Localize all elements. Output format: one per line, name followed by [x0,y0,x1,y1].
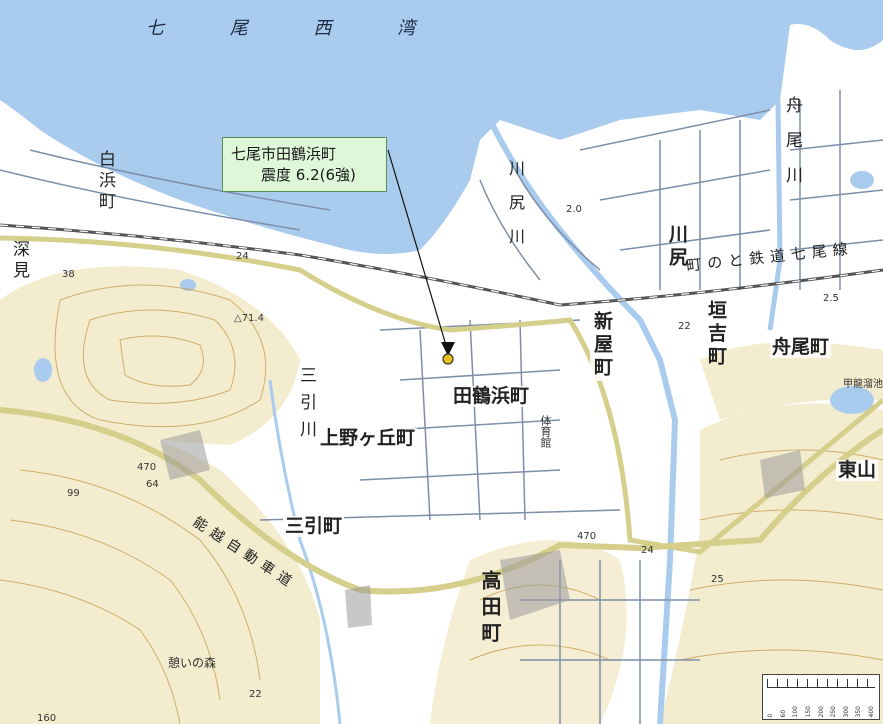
pond-1 [34,358,52,382]
spot-height-7: 2.5 [823,293,839,304]
scale-tick-label: 100 [792,705,800,717]
callout-location: 七尾市田鶴浜町 [231,145,337,163]
map-canvas[interactable]: 七 尾 西 湾 七尾市田鶴浜町 震度 6.2(6強) 白浜町 深見 川尻川 川尻… [0,0,883,724]
scale-bar-ticks [767,679,875,688]
scale-tick-label: 0 [767,713,774,717]
spot-height-3: 99 [67,488,80,499]
spot-height-4: 64 [146,479,159,490]
scale-tick-label: 250 [830,705,838,717]
place-koryu: 甲龍溜池 [843,379,883,390]
place-takada: 高田町 [478,570,502,648]
place-mihiki-town: 三引町 [283,515,345,537]
route-24-badge: 24 [236,251,249,262]
place-mihiki-river: 三引川 [296,366,316,447]
spot-height-8: 22 [249,689,262,700]
place-shirahama: 白浜町 [95,150,115,213]
place-funao-town: 舟尾町 [770,336,832,358]
place-fukami: 深見 [9,240,29,282]
scale-tick-label: 200 [817,705,825,717]
place-uenogaoka: 上野ヶ丘町 [318,427,418,449]
spot-height-6: 22 [678,321,691,332]
place-ikoinomori: 憩いの森 [168,656,217,670]
place-shinyacho: 新屋町 [590,310,613,381]
place-tatsuruhama: 田鶴浜町 [451,385,532,407]
place-funao-river: 舟尾川 [782,96,802,201]
scale-bar-numbers: 0 60 100 150 200 250 300 350 400 [767,706,875,717]
callout-intensity: 震度 6.2(6強) [261,166,356,184]
spot-height-9: 25 [711,574,724,585]
facility-gym: 体育館 [539,415,552,448]
route-470-badge: 470 [137,462,157,473]
place-kawashiri-town: 川尻 [666,224,688,270]
map-drawing [0,0,883,724]
place-kawashiri-river: 川尻川 [506,160,525,262]
scale-bar: 0 60 100 150 200 250 300 350 400 [762,674,880,720]
spot-height-1: △71.4 [234,313,264,324]
intensity-callout: 七尾市田鶴浜町 震度 6.2(6強) [222,137,387,192]
place-kakiyoshi: 垣吉町 [705,300,727,369]
route-470-badge-east: 470 [577,531,597,542]
scale-tick-label: 400 [868,705,875,717]
scale-tick-label: 300 [842,705,850,717]
route-24-badge-east: 24 [641,545,654,556]
place-higashiyama: 東山 [836,459,879,481]
scale-tick-label: 150 [804,705,812,717]
observation-point [442,353,454,365]
spot-height-2: 38 [62,269,75,280]
bay-name-label: 七 尾 西 湾 [146,18,446,39]
scale-tick-label: 60 [779,709,787,717]
spot-height-5: 2.0 [566,204,582,215]
scale-tick-label: 350 [855,705,863,717]
spot-height-10: 160 [37,713,57,724]
pond-east [850,171,874,189]
